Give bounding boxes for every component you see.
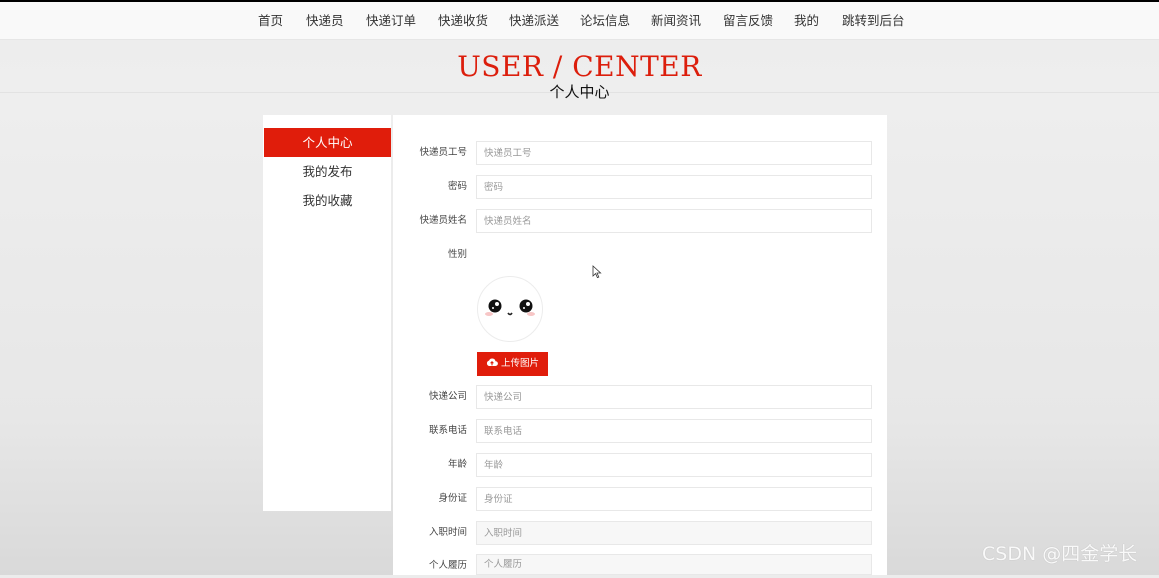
nav-item-mine[interactable]: 我的 [794,2,819,39]
sidebar-item-my-favorites[interactable]: 我的收藏 [264,186,391,215]
smiley-face-icon [485,299,535,316]
nav-item-feedback[interactable]: 留言反馈 [723,2,773,39]
cloud-upload-icon [486,358,498,366]
nav-item-orders[interactable]: 快递订单 [366,2,416,39]
page-title: 个人中心 [549,83,610,101]
top-nav: 首页 快递员 快递订单 快递收货 快递派送 论坛信息 新闻资讯 留言反馈 我的 … [0,2,1159,40]
gender-label: 性别 [447,249,467,260]
mouse-cursor-icon [592,265,602,279]
id-card-input[interactable] [476,487,872,511]
sidebar: 个人中心 我的发布 我的收藏 [263,115,391,511]
nav-item-news[interactable]: 新闻资讯 [651,2,701,39]
watermark: CSDN @四金学长 [982,543,1138,565]
upload-image-label: 上传图片 [501,358,540,369]
courier-id-label: 快递员工号 [419,147,467,158]
resume-label: 个人履历 [428,560,467,571]
resume-input[interactable] [476,554,872,575]
sidebar-item-user-center[interactable]: 个人中心 [264,128,391,157]
upload-image-button[interactable]: 上传图片 [477,352,548,376]
company-label: 快递公司 [428,391,467,402]
hire-date-input[interactable] [476,521,872,545]
nav-item-home[interactable]: 首页 [258,2,283,39]
avatar [477,276,543,342]
nav-item-forum[interactable]: 论坛信息 [580,2,630,39]
nav-item-backend[interactable]: 跳转到后台 [842,2,905,39]
page-title-en: USER / CENTER [457,50,702,83]
nav-item-delivery[interactable]: 快递派送 [509,2,559,39]
courier-name-input[interactable] [476,209,872,233]
sidebar-item-my-posts[interactable]: 我的发布 [264,157,391,186]
phone-label: 联系电话 [428,425,467,436]
phone-input[interactable] [476,419,872,443]
courier-name-label: 快递员姓名 [419,215,467,226]
id-card-label: 身份证 [438,493,467,504]
hire-date-label: 入职时间 [428,527,467,538]
password-input[interactable] [476,175,872,199]
nav-item-courier[interactable]: 快递员 [306,2,344,39]
age-input[interactable] [476,453,872,477]
password-label: 密码 [447,181,467,192]
courier-id-input[interactable] [476,141,872,165]
nav-item-receiving[interactable]: 快递收货 [438,2,488,39]
company-input[interactable] [476,385,872,409]
age-label: 年龄 [447,459,467,470]
